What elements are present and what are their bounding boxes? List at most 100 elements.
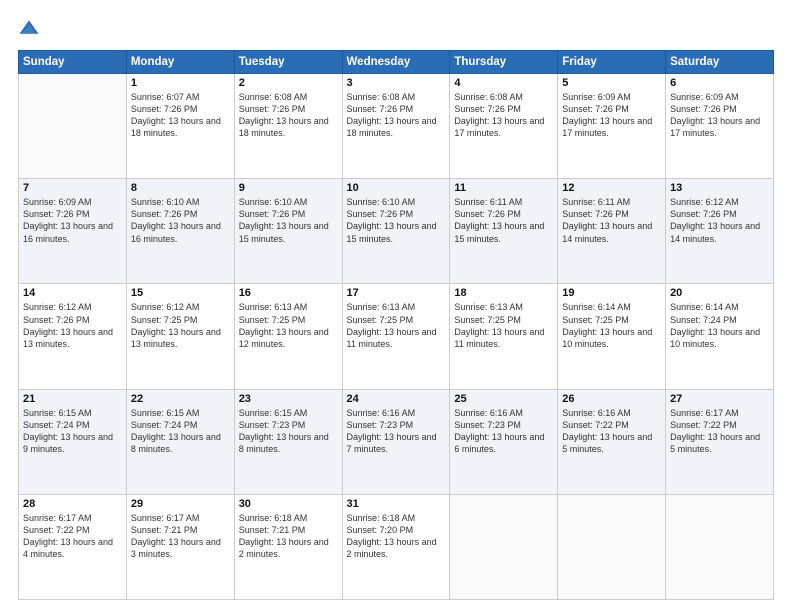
sunset-text: Sunset: 7:26 PM [562,208,661,220]
sunrise-text: Sunrise: 6:11 AM [454,196,553,208]
day-info: Sunrise: 6:10 AMSunset: 7:26 PMDaylight:… [347,196,446,245]
weekday-header: Friday [558,51,666,74]
day-info: Sunrise: 6:11 AMSunset: 7:26 PMDaylight:… [454,196,553,245]
daylight-line1: Daylight: 13 hours and [670,115,769,127]
sunrise-text: Sunrise: 6:15 AM [23,407,122,419]
day-info: Sunrise: 6:16 AMSunset: 7:23 PMDaylight:… [454,407,553,456]
sunset-text: Sunset: 7:24 PM [23,419,122,431]
daylight-line1: Daylight: 13 hours and [131,431,230,443]
day-info: Sunrise: 6:13 AMSunset: 7:25 PMDaylight:… [239,301,338,350]
logo [18,18,44,40]
daylight-line2: 8 minutes. [131,443,230,455]
daylight-line1: Daylight: 13 hours and [562,431,661,443]
sunrise-text: Sunrise: 6:12 AM [670,196,769,208]
daylight-line1: Daylight: 13 hours and [239,115,338,127]
sunrise-text: Sunrise: 6:11 AM [562,196,661,208]
day-info: Sunrise: 6:13 AMSunset: 7:25 PMDaylight:… [347,301,446,350]
day-number: 25 [454,393,553,405]
daylight-line2: 15 minutes. [454,233,553,245]
day-number: 1 [131,77,230,89]
daylight-line2: 14 minutes. [670,233,769,245]
calendar-day-cell: 9Sunrise: 6:10 AMSunset: 7:26 PMDaylight… [234,179,342,284]
weekday-header: Monday [126,51,234,74]
calendar-week-row: 7 Sunrise: 6:09 AMSunset: 7:26 PMDaylight… [19,179,774,284]
calendar-day-cell: 3Sunrise: 6:08 AMSunset: 7:26 PMDaylight… [342,74,450,179]
day-info: Sunrise: 6:12 AMSunset: 7:26 PMDaylight:… [23,301,122,350]
calendar-day-cell: 1Sunrise: 6:07 AMSunset: 7:26 PMDaylight… [126,74,234,179]
sunset-text: Sunset: 7:22 PM [670,419,769,431]
daylight-line1: Daylight: 13 hours and [131,536,230,548]
calendar-day-cell: 16Sunrise: 6:13 AMSunset: 7:25 PMDayligh… [234,284,342,389]
daylight-line2: 5 minutes. [562,443,661,455]
day-info: Sunrise: 6:09 AMSunset: 7:26 PMDaylight:… [23,196,122,245]
calendar-day-cell: 5Sunrise: 6:09 AMSunset: 7:26 PMDaylight… [558,74,666,179]
calendar-day-cell: 21Sunrise: 6:15 AMSunset: 7:24 PMDayligh… [19,389,127,494]
calendar-day-cell: 28Sunrise: 6:17 AMSunset: 7:22 PMDayligh… [19,494,127,599]
daylight-line1: Daylight: 13 hours and [347,536,446,548]
daylight-line2: 8 minutes. [239,443,338,455]
calendar-day-cell: 4Sunrise: 6:08 AMSunset: 7:26 PMDaylight… [450,74,558,179]
sunset-text: Sunset: 7:22 PM [23,524,122,536]
sunset-text: Sunset: 7:24 PM [670,314,769,326]
daylight-line2: 17 minutes. [454,127,553,139]
sunset-text: Sunset: 7:22 PM [562,419,661,431]
weekday-header-row: SundayMondayTuesdayWednesdayThursdayFrid… [19,51,774,74]
daylight-line2: 17 minutes. [670,127,769,139]
daylight-line1: Daylight: 13 hours and [131,326,230,338]
day-info: Sunrise: 6:17 AMSunset: 7:21 PMDaylight:… [131,512,230,561]
calendar-day-cell: 11Sunrise: 6:11 AMSunset: 7:26 PMDayligh… [450,179,558,284]
weekday-header: Sunday [19,51,127,74]
sunset-text: Sunset: 7:26 PM [670,103,769,115]
day-number: 20 [670,287,769,299]
sunset-text: Sunset: 7:26 PM [23,208,122,220]
sunrise-text: Sunrise: 6:17 AM [131,512,230,524]
calendar-day-cell: 6Sunrise: 6:09 AMSunset: 7:26 PMDaylight… [666,74,774,179]
sunset-text: Sunset: 7:26 PM [131,208,230,220]
day-info: Sunrise: 6:16 AMSunset: 7:23 PMDaylight:… [347,407,446,456]
daylight-line2: 18 minutes. [347,127,446,139]
daylight-line2: 9 minutes. [23,443,122,455]
calendar-day-cell: 24 Sunrise: 6:16 AMSunset: 7:23 PMDayligh… [342,389,450,494]
sunrise-text: Sunrise: 6:08 AM [347,91,446,103]
day-number: 8 [131,182,230,194]
daylight-line2: 18 minutes. [131,127,230,139]
sunrise-text: Sunrise: 6:14 AM [670,301,769,313]
weekday-header: Thursday [450,51,558,74]
sunset-text: Sunset: 7:25 PM [239,314,338,326]
daylight-line1: Daylight: 13 hours and [239,431,338,443]
calendar-day-cell: 10 Sunrise: 6:10 AMSunset: 7:26 PMDayligh… [342,179,450,284]
day-number: 9 [239,182,338,194]
daylight-line1: Daylight: 13 hours and [347,115,446,127]
sunrise-text: Sunrise: 6:18 AM [347,512,446,524]
daylight-line1: Daylight: 13 hours and [562,326,661,338]
daylight-line2: 18 minutes. [239,127,338,139]
sunrise-text: Sunrise: 6:16 AM [454,407,553,419]
sunrise-text: Sunrise: 6:09 AM [670,91,769,103]
daylight-line2: 16 minutes. [23,233,122,245]
day-number: 7 [23,182,122,194]
day-number: 14 [23,287,122,299]
day-number: 21 [23,393,122,405]
daylight-line2: 13 minutes. [23,338,122,350]
daylight-line2: 16 minutes. [131,233,230,245]
day-info: Sunrise: 6:10 AMSunset: 7:26 PMDaylight:… [131,196,230,245]
day-number: 27 [670,393,769,405]
weekday-header: Saturday [666,51,774,74]
sunrise-text: Sunrise: 6:07 AM [131,91,230,103]
calendar-day-cell: 13Sunrise: 6:12 AMSunset: 7:26 PMDayligh… [666,179,774,284]
daylight-line1: Daylight: 13 hours and [23,326,122,338]
calendar-day-cell: 19Sunrise: 6:14 AMSunset: 7:25 PMDayligh… [558,284,666,389]
day-number: 24 [347,393,446,405]
daylight-line1: Daylight: 13 hours and [239,536,338,548]
sunrise-text: Sunrise: 6:16 AM [347,407,446,419]
day-info: Sunrise: 6:08 AMSunset: 7:26 PMDaylight:… [454,91,553,140]
day-info: Sunrise: 6:16 AMSunset: 7:22 PMDaylight:… [562,407,661,456]
day-info: Sunrise: 6:13 AMSunset: 7:25 PMDaylight:… [454,301,553,350]
day-number: 10 [347,182,446,194]
calendar-day-cell: 12Sunrise: 6:11 AMSunset: 7:26 PMDayligh… [558,179,666,284]
day-info: Sunrise: 6:14 AMSunset: 7:24 PMDaylight:… [670,301,769,350]
day-info: Sunrise: 6:08 AMSunset: 7:26 PMDaylight:… [239,91,338,140]
daylight-line1: Daylight: 13 hours and [131,220,230,232]
daylight-line1: Daylight: 13 hours and [454,220,553,232]
day-number: 30 [239,498,338,510]
